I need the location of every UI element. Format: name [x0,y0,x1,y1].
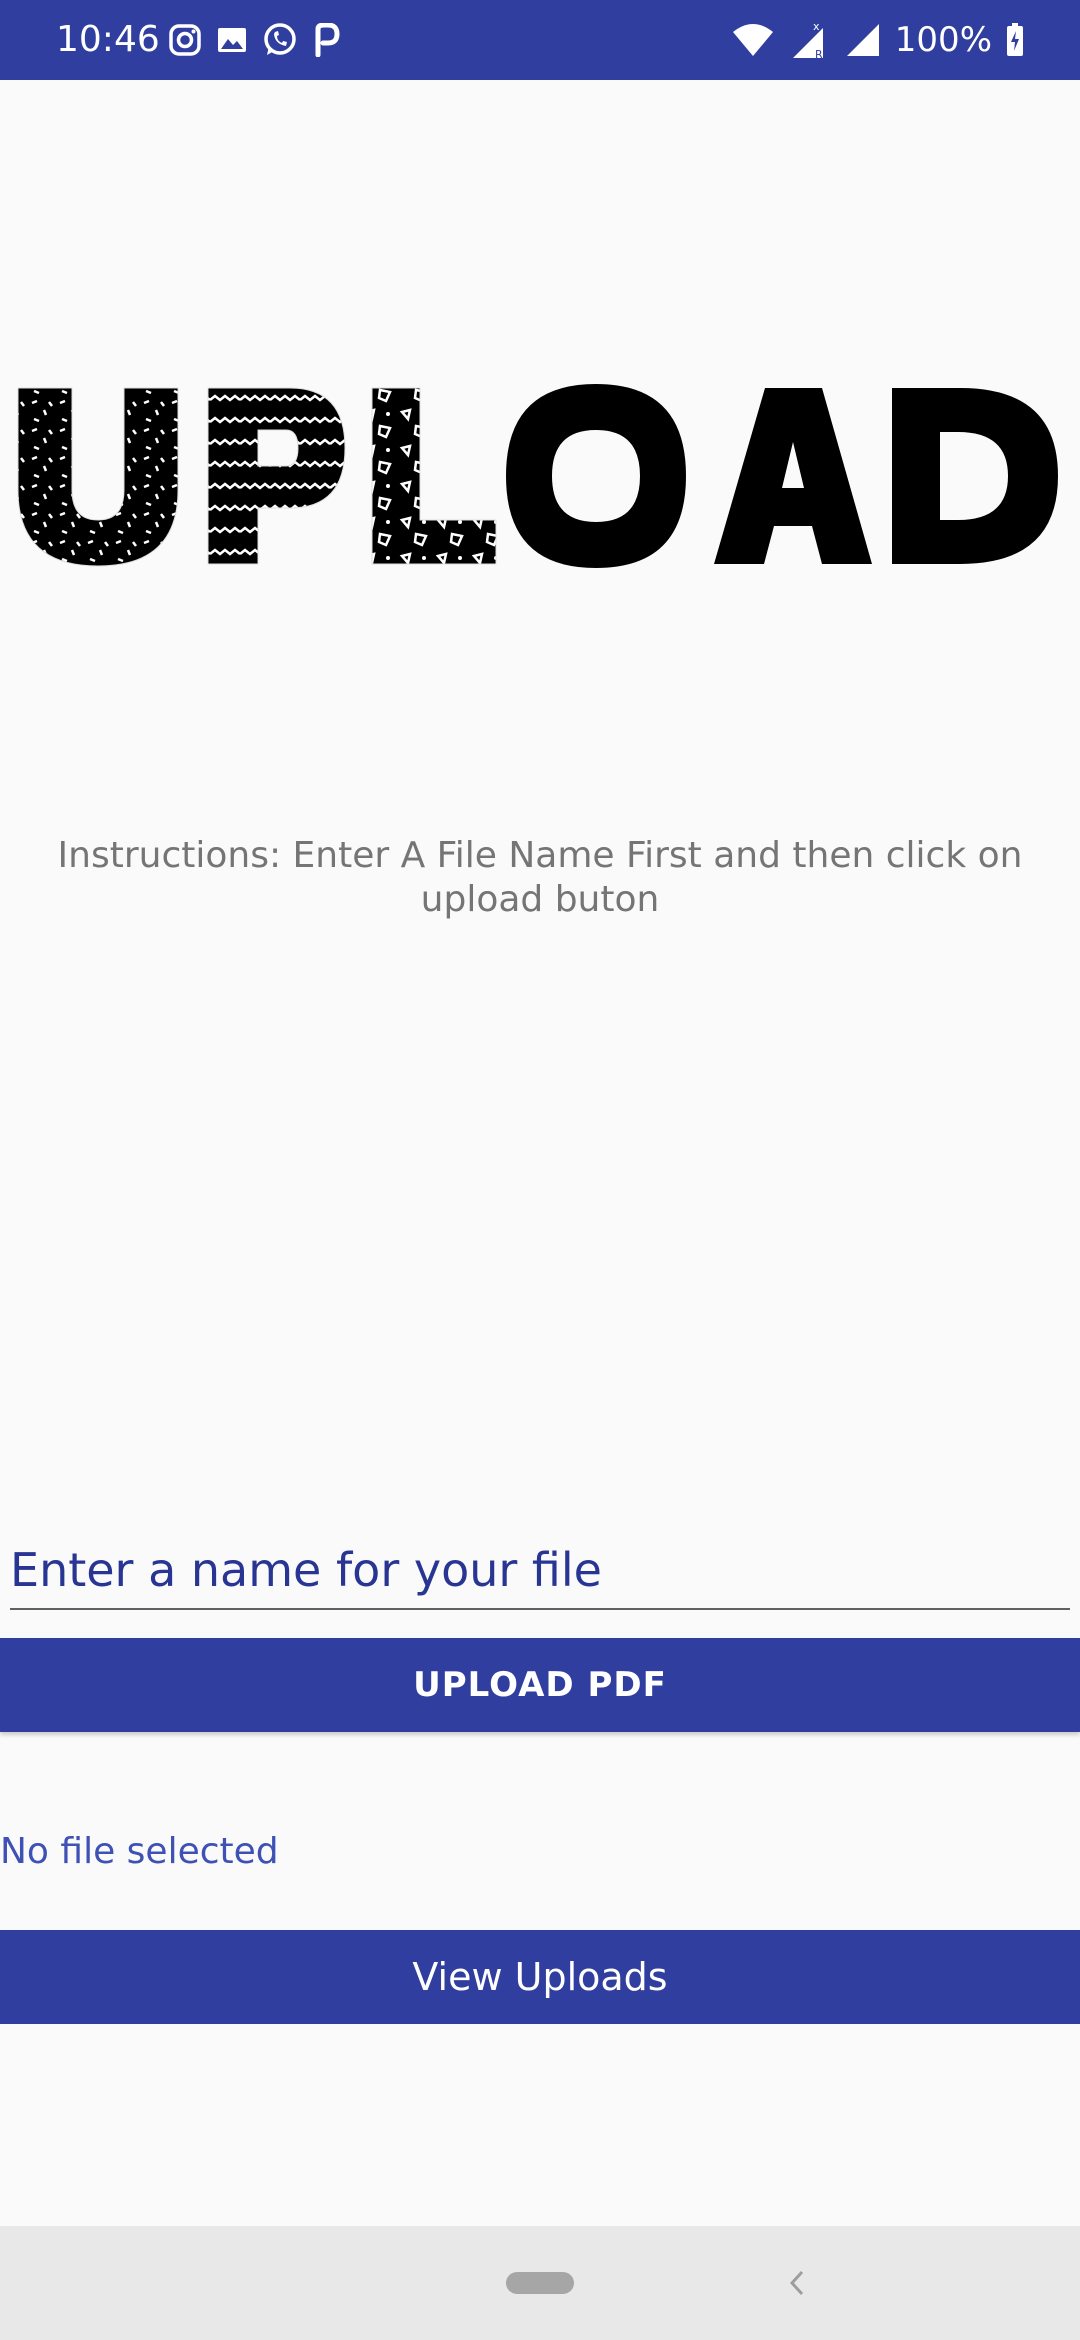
home-pill-icon[interactable] [506,2272,574,2294]
signal-icon [846,24,879,56]
back-icon[interactable] [782,2260,810,2306]
wifi-icon [732,24,773,56]
status-bar: 10:46 x R 100% [0,0,1080,80]
svg-text:R: R [815,48,823,60]
file-status-text: No file selected [0,1831,279,1872]
signal-r-icon: x R [792,20,823,60]
battery-percent: 100% [894,20,992,60]
upload-word-art [17,384,1058,568]
system-icons: x R 100% [731,18,1024,62]
instagram-icon [169,24,201,56]
upload-pdf-button[interactable]: UPLOAD PDF [0,1638,1080,1732]
navigation-bar [0,2226,1080,2340]
view-uploads-button[interactable]: View Uploads [0,1930,1080,2024]
notification-icons [168,20,340,60]
file-name-input[interactable] [10,1532,1070,1610]
status-time: 10:46 [56,19,160,60]
gallery-icon [218,28,246,52]
instructions-text: Instructions: Enter A File Name First an… [57,835,1023,920]
svg-text:x: x [813,20,820,33]
whatsapp-icon [264,23,296,55]
upload-banner [0,370,1080,580]
battery-icon [1007,23,1023,56]
p-icon [315,23,340,57]
